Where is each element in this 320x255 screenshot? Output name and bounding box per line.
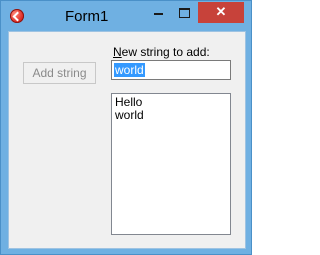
form1-window: Form1 ✕ Add string New string to add: wo…: [0, 0, 252, 255]
new-string-input[interactable]: world: [111, 60, 231, 80]
app-icon[interactable]: [10, 9, 24, 23]
new-string-label: New string to add:: [113, 45, 210, 59]
title-bar[interactable]: Form1 ✕: [1, 1, 251, 31]
input-selected-text: world: [114, 63, 145, 77]
strings-listbox[interactable]: Hello world: [111, 93, 231, 235]
window-title: Form1: [65, 8, 109, 25]
label-text: ew string to add:: [121, 45, 210, 59]
list-item[interactable]: world: [115, 109, 144, 122]
close-icon: ✕: [215, 4, 227, 19]
add-string-button[interactable]: Add string: [23, 62, 96, 84]
form-client-area: Add string New string to add: world Hell…: [8, 31, 246, 249]
minimize-button[interactable]: [145, 2, 171, 22]
label-accelerator: N: [113, 45, 122, 59]
close-button[interactable]: ✕: [198, 2, 244, 23]
maximize-button[interactable]: [171, 2, 197, 22]
